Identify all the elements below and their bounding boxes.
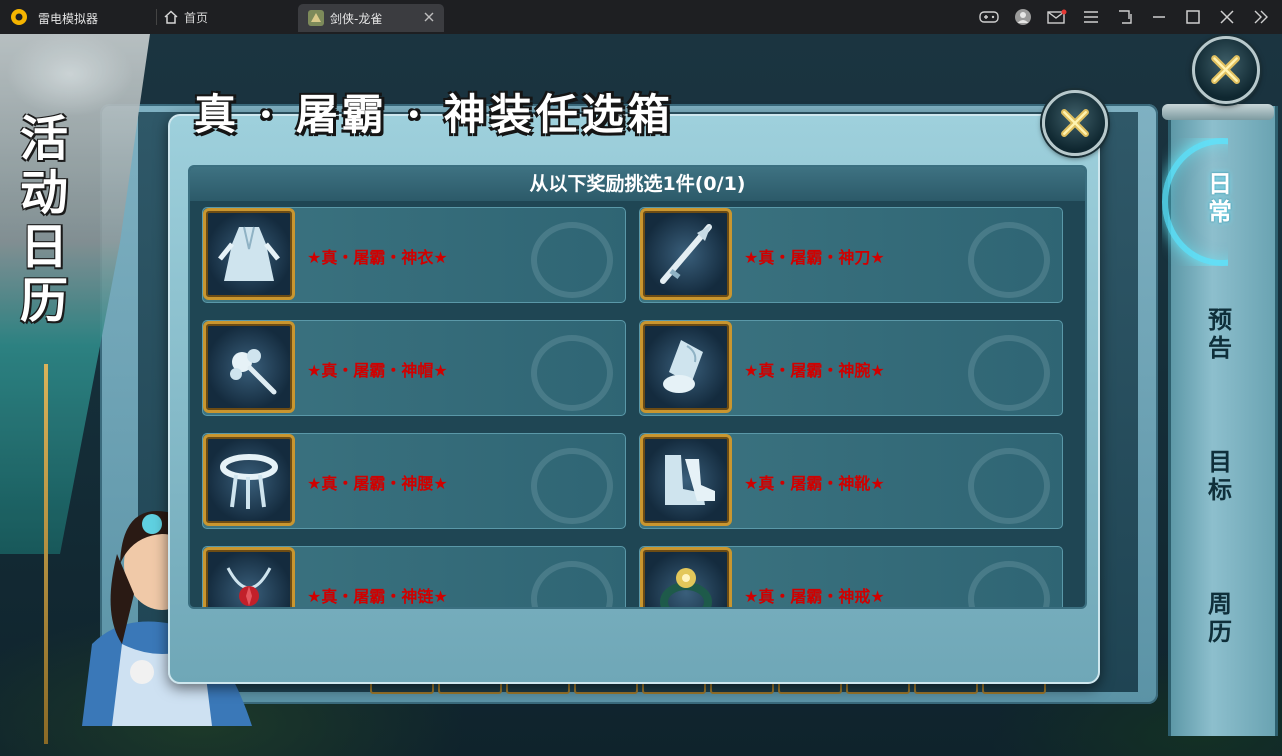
tab-daily-label: 日常 [1208,170,1232,226]
tab-game[interactable]: 剑侠-龙雀 [298,4,444,32]
item-icon-frame [640,208,732,300]
item-icon-frame [640,547,732,607]
item-icon-frame [640,321,732,413]
menu-icon[interactable] [1080,7,1102,27]
item-name: ★真・屠霸・神衣★ [307,248,448,267]
emulator-logo-icon [11,9,27,25]
cloud-decoration [531,561,613,607]
collapse-icon[interactable] [1250,7,1272,27]
reward-item[interactable]: ★真・屠霸・神靴★ [639,433,1063,529]
cloud-decoration [531,335,613,411]
divider [156,9,157,25]
reward-item[interactable]: ★真・屠霸・神链★ [202,546,626,607]
cloud-decoration [531,448,613,524]
item-icon-frame [640,434,732,526]
tab-column-cap [1162,104,1274,120]
item-icon-frame [203,321,295,413]
item-icon-frame [203,208,295,300]
reward-panel-header: 从以下奖励挑选1件(0/1) [190,167,1085,201]
home-icon [164,10,178,24]
reward-panel: 从以下奖励挑选1件(0/1) ★真・屠霸・神衣★ ★真・屠霸・神刀★ ★真・屠霸… [188,165,1087,609]
tab-weekly-label: 周历 [1208,590,1232,646]
blade-icon [660,224,712,284]
item-name: ★真・屠霸・神腰★ [307,474,448,493]
cloud-decoration [968,561,1050,607]
close-x-icon [1061,109,1089,137]
shrink-icon[interactable] [1114,7,1136,27]
bracer-icon [663,340,703,393]
item-name: ★真・屠霸・神帽★ [307,361,448,380]
item-name: ★真・屠霸・神链★ [307,587,448,606]
mail-icon[interactable] [1046,7,1068,27]
tab-game-label: 剑侠-龙雀 [330,11,383,26]
reward-item[interactable]: ★真・屠霸・神帽★ [202,320,626,416]
banner-title: 活动日历 [19,111,68,329]
cloud-decoration [968,335,1050,411]
tab-preview-label: 预告 [1208,306,1232,362]
window-controls [978,7,1272,27]
cloud-decoration [968,448,1050,524]
tab-weekly[interactable]: 周历 [1176,590,1264,646]
game-app-icon [308,10,324,26]
item-name: ★真・屠霸・神戒★ [744,587,885,606]
calendar-close-button[interactable] [1192,36,1260,104]
tab-preview[interactable]: 预告 [1176,306,1264,362]
dialog-close-button[interactable] [1042,90,1108,156]
item-icon-frame [203,434,295,526]
reward-item[interactable]: ★真・屠霸・神刀★ [639,207,1063,303]
reward-item[interactable]: ★真・屠霸・神衣★ [202,207,626,303]
close-x-icon [1211,55,1241,85]
robe-icon [218,226,280,281]
reward-item[interactable]: ★真・屠霸・神腕★ [639,320,1063,416]
cloud-decoration [531,222,613,298]
hairpin-icon [230,349,277,395]
emulator-app-name: 雷电模拟器 [38,12,99,26]
necklace-icon [226,567,272,606]
tab-home-label: 首页 [184,10,209,25]
belt-icon [220,454,278,509]
minimize-icon[interactable] [1148,7,1170,27]
tab-goal-label: 目标 [1208,448,1232,504]
ring-icon [660,568,712,607]
close-icon[interactable] [1216,7,1238,27]
banner-string [44,364,48,744]
emulator-titlebar: 雷电模拟器 首页 剑侠-龙雀 [0,0,1282,34]
tab-home[interactable]: 首页 [164,6,208,28]
dialog-title: 真 · 屠霸 · 神装任选箱 [194,90,674,139]
tab-daily[interactable]: 日常 [1176,170,1264,226]
game-viewport: 活动日历 日常 预告 目标 周历 真 · 屠霸 · 神装任选箱 从以下奖励挑选1… [0,34,1282,756]
reward-item[interactable]: ★真・屠霸・神戒★ [639,546,1063,607]
gamepad-icon[interactable] [978,7,1000,27]
avatar-icon[interactable] [1012,7,1034,27]
item-name: ★真・屠霸・神刀★ [744,248,885,267]
item-icon-frame [203,547,295,607]
boots-icon [665,455,715,505]
cloud-decoration [968,222,1050,298]
reward-item[interactable]: ★真・屠霸・神腰★ [202,433,626,529]
item-name: ★真・屠霸・神靴★ [744,474,885,493]
maximize-icon[interactable] [1182,7,1204,27]
item-name: ★真・屠霸・神腕★ [744,361,885,380]
tab-close-icon[interactable] [422,10,436,24]
tab-goal[interactable]: 目标 [1176,448,1264,504]
